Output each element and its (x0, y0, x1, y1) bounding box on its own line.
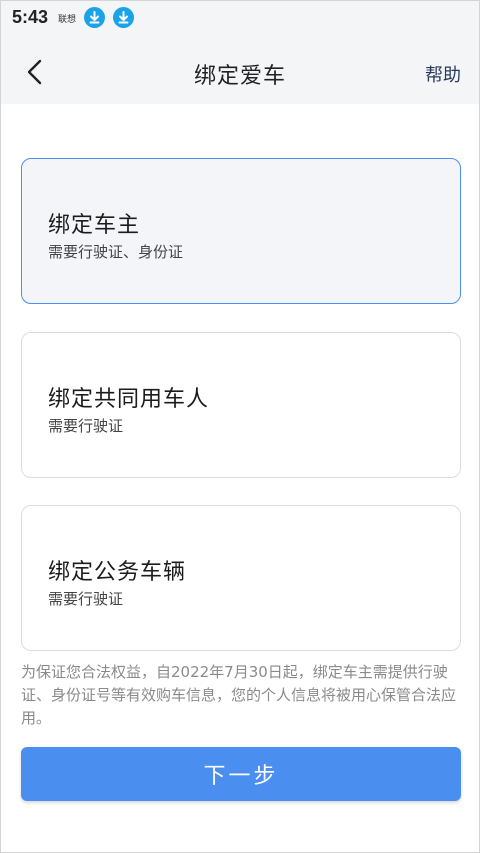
status-bar: 5:43 联想 (1, 1, 479, 35)
help-link[interactable]: 帮助 (425, 61, 461, 87)
option-card-company-car[interactable]: 绑定公务车辆 需要行驶证 (21, 505, 461, 651)
option-card-co-driver[interactable]: 绑定共同用车人 需要行驶证 (21, 332, 461, 478)
page-title: 绑定爱车 (193, 64, 286, 89)
top-bar: 5:43 联想 绑定爱车 帮助 (1, 1, 479, 104)
option-title: 绑定公务车辆 (48, 560, 187, 585)
next-step-button[interactable]: 下一步 (21, 747, 461, 801)
option-subtitle: 需要行驶证 (48, 417, 124, 435)
status-time: 5:43 (12, 7, 49, 27)
option-card-owner[interactable]: 绑定车主 需要行驶证、身份证 (21, 158, 461, 304)
download-icon (113, 7, 134, 28)
option-title: 绑定车主 (48, 213, 141, 238)
app-screen: 5:43 联想 绑定爱车 帮助 绑定车主 需要行驶证、身份证 绑定共同用车人 需… (0, 0, 480, 853)
option-subtitle: 需要行驶证、身份证 (48, 243, 184, 261)
download-icon (84, 7, 105, 28)
carrier-label: 联想 (58, 15, 77, 25)
option-subtitle: 需要行驶证 (48, 590, 124, 608)
privacy-notice: 为保证您合法权益，自2022年7月30日起，绑定车主需提供行驶证、身份证号等有效… (21, 663, 457, 727)
option-title: 绑定共同用车人 (48, 387, 210, 412)
navigation-bar: 绑定爱车 帮助 (1, 41, 479, 103)
